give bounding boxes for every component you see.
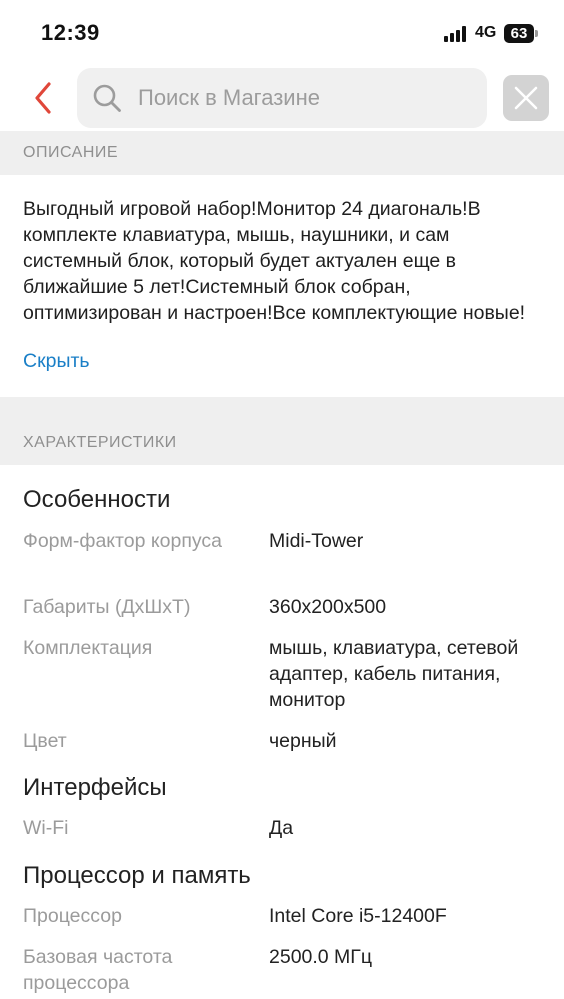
spec-value: Intel Core i5-12400F [269,905,447,927]
spec-name: Цвет [23,730,67,752]
spec-name: Wi-Fi [23,817,69,839]
spec-value: 2500.0 МГц [269,946,373,968]
close-button[interactable] [503,75,549,121]
battery-icon: 63 [504,24,534,43]
close-icon [514,86,538,110]
specs-title: ХАРАКТЕРИСТИКИ [23,434,177,451]
battery-level: 63 [510,25,528,42]
status-bar: 12:39 4G 63 [0,0,564,66]
spec-value: Да [269,817,294,839]
spec-name: Комплектация [23,637,153,659]
network-type: 4G [475,24,497,41]
search-placeholder: Поиск в Магазине [138,85,320,110]
spec-group-title: Интерфейсы [23,774,167,801]
spec-group-title: Особенности [23,486,171,513]
spec-name: Базовая частота процессора [23,946,173,994]
battery-tip [535,30,538,37]
specs-section-header: ХАРАКТЕРИСТИКИ [0,397,564,465]
spec-name: Габариты (ДхШхТ) [23,596,191,618]
description-section-header: ОПИСАНИЕ [0,131,564,175]
search-icon [93,84,121,112]
spec-value: Midi-Tower [269,530,364,552]
description-title: ОПИСАНИЕ [23,144,119,161]
chevron-left-icon [35,82,51,114]
status-time: 12:39 [41,20,100,45]
spec-name: Процессор [23,905,122,927]
spec-group-title: Процессор и память [23,862,251,889]
back-button[interactable] [26,80,60,116]
hide-description-link[interactable]: Скрыть [23,350,90,373]
spec-value: черный [269,730,337,752]
spec-name: Форм-фактор корпуса [23,530,222,552]
description-text: Выгодный игровой набор!Монитор 24 диагон… [23,198,526,324]
signal-icon [444,26,468,42]
spec-value: мышь, клавиатура, сетевой адаптер, кабел… [269,637,519,711]
search-input[interactable]: Поиск в Магазине [77,68,487,128]
spec-value: 360x200x500 [269,596,387,618]
